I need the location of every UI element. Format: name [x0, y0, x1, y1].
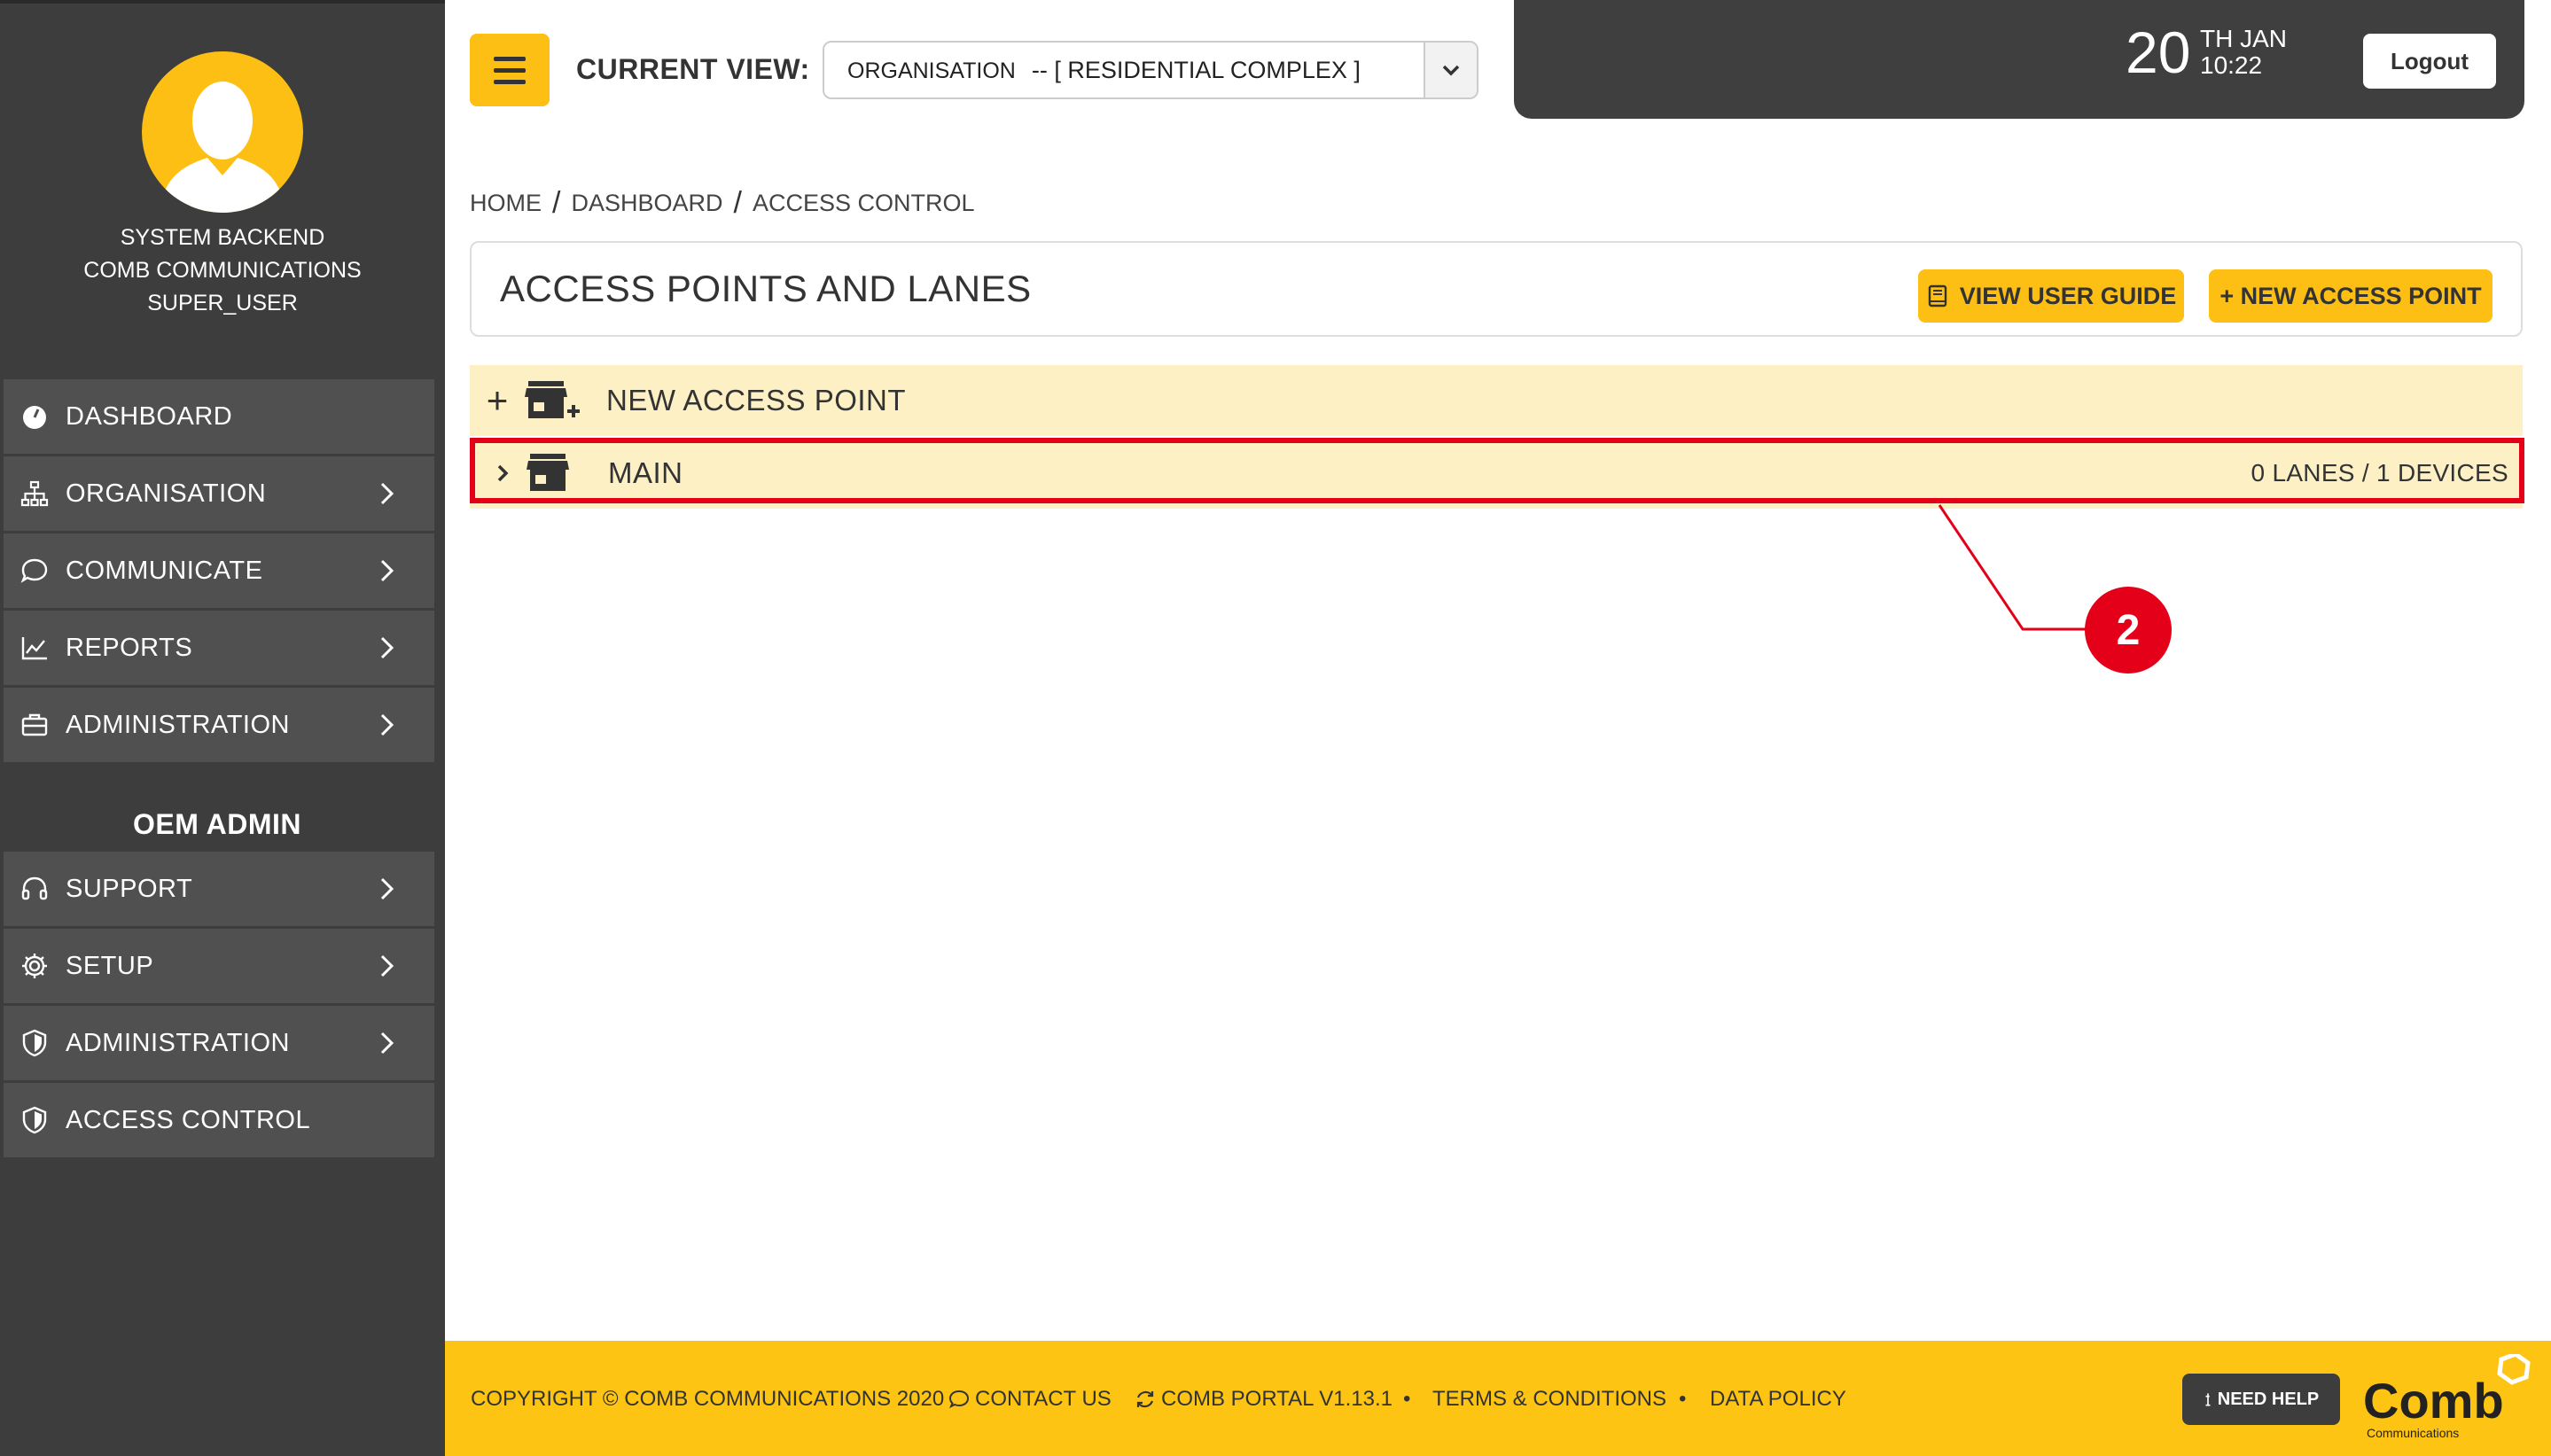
plus-icon: +	[486, 379, 509, 421]
current-view-label: CURRENT VIEW:	[576, 53, 810, 85]
logout-button[interactable]: Logout	[2363, 34, 2496, 89]
contact-us-link[interactable]: CONTACT US	[948, 1387, 1112, 1412]
new-access-point-row-label: NEW ACCESS POINT	[606, 384, 907, 417]
shield-icon	[4, 1106, 66, 1134]
sidebar-item-organisation[interactable]: ORGANISATION	[4, 456, 434, 531]
sidebar-item-dashboard[interactable]: DASHBOARD	[4, 379, 434, 454]
info-icon	[2205, 1393, 2211, 1406]
line-chart-icon	[4, 634, 66, 662]
hamburger-line	[494, 79, 526, 84]
logo-text: Comb	[2363, 1373, 2504, 1429]
refresh-icon	[1136, 1390, 1154, 1408]
date-month: TH JAN	[2200, 25, 2287, 52]
dropdown-toggle[interactable]	[1424, 43, 1477, 97]
chat-icon	[4, 557, 66, 585]
gear-icon	[4, 952, 66, 980]
sidebar-item-access-control[interactable]: ACCESS CONTROL	[4, 1083, 434, 1157]
current-view-select[interactable]: ORGANISATION -- [ RESIDENTIAL COMPLEX ]	[823, 41, 1478, 99]
chevron-right-icon	[380, 559, 394, 582]
dashboard-icon	[4, 402, 66, 431]
sidebar-item-administration[interactable]: ADMINISTRATION	[4, 688, 434, 762]
chevron-right-icon	[380, 877, 394, 900]
lanes-devices-count: 0 LANES / 1 DEVICES	[2251, 459, 2508, 487]
user-avatar	[142, 51, 303, 213]
sitemap-icon	[4, 479, 66, 508]
new-access-point-row[interactable]: + NEW ACCESS POINT	[470, 365, 2523, 436]
breadcrumb: HOME / DASHBOARD / ACCESS CONTROL	[470, 186, 974, 221]
expand-chevron[interactable]	[482, 460, 523, 487]
page-title: ACCESS POINTS AND LANES	[500, 268, 1032, 309]
need-help-label: NEED HELP	[2217, 1389, 2320, 1409]
sidebar-item-reports[interactable]: REPORTS	[4, 611, 434, 685]
page-header-panel: ACCESS POINTS AND LANES VIEW USER GUIDE …	[470, 241, 2523, 337]
sidebar-item-label: ACCESS CONTROL	[66, 1105, 311, 1134]
view-user-guide-button[interactable]: VIEW USER GUIDE	[1918, 269, 2184, 323]
hamburger-line	[494, 56, 526, 61]
breadcrumb-separator: /	[733, 186, 742, 220]
sidebar-item-communicate[interactable]: COMMUNICATE	[4, 533, 434, 608]
access-point-row-main[interactable]: MAIN 0 LANES / 1 DEVICES	[470, 438, 2523, 509]
oem-nav: SUPPORT SETUP ADMINISTRATION ACCESS CONT…	[4, 852, 434, 1160]
headset-icon	[4, 875, 66, 903]
chevron-right-icon	[380, 1032, 394, 1055]
user-company: COMB COMMUNICATIONS	[83, 258, 362, 283]
clock-time: 10:22	[2200, 51, 2263, 79]
chevron-right-icon	[380, 713, 394, 736]
chevron-right-icon	[380, 482, 394, 505]
new-access-point-label: + NEW ACCESS POINT	[2219, 282, 2482, 309]
book-icon	[1928, 284, 1946, 308]
sidebar-item-label: DASHBOARD	[66, 401, 233, 431]
user-silhouette-icon	[160, 82, 285, 213]
hamburger-menu-button[interactable]	[470, 34, 550, 106]
comb-logo: Comb Communications	[2363, 1354, 2531, 1440]
contact-us-label: CONTACT US	[975, 1387, 1112, 1411]
date-day: 20	[2126, 19, 2191, 85]
main-nav: DASHBOARD ORGANISATION COMMUNICATE REPOR…	[4, 379, 434, 765]
breadcrumb-dashboard[interactable]: DASHBOARD	[571, 190, 722, 217]
user-info: SYSTEM BACKEND COMB COMMUNICATIONS SUPER…	[0, 222, 445, 320]
chevron-down-icon	[1442, 65, 1460, 76]
data-policy-link[interactable]: DATA POLICY	[1710, 1387, 1846, 1412]
footer-bullet: •	[1403, 1387, 1411, 1411]
view-user-guide-label: VIEW USER GUIDE	[1959, 282, 2177, 309]
sidebar-item-setup[interactable]: SETUP	[4, 929, 434, 1003]
hamburger-line	[494, 67, 526, 73]
breadcrumb-separator: /	[552, 186, 561, 220]
footer-bullet: •	[1679, 1387, 1687, 1411]
logo-subtext: Communications	[2367, 1426, 2459, 1440]
sidebar-item-oem-administration[interactable]: ADMINISTRATION	[4, 1006, 434, 1080]
store-add-icon	[525, 381, 580, 418]
breadcrumb-home[interactable]: HOME	[470, 190, 542, 217]
sidebar: SYSTEM BACKEND COMB COMMUNICATIONS SUPER…	[0, 0, 445, 1456]
chevron-right-icon	[380, 636, 394, 659]
user-name: SYSTEM BACKEND	[120, 225, 325, 250]
shield-icon	[4, 1029, 66, 1057]
oem-admin-heading: OEM ADMIN	[133, 808, 301, 840]
view-type: ORGANISATION	[847, 58, 1016, 83]
chevron-right-icon	[497, 464, 509, 482]
new-access-point-button[interactable]: + NEW ACCESS POINT	[2209, 269, 2492, 323]
terms-link[interactable]: TERMS & CONDITIONS	[1432, 1387, 1666, 1412]
store-icon	[527, 454, 569, 491]
user-role: SUPER_USER	[147, 291, 298, 315]
view-value: -- [ RESIDENTIAL COMPLEX ]	[1031, 56, 1361, 83]
sidebar-item-support[interactable]: SUPPORT	[4, 852, 434, 926]
annotation-number-badge: 2	[2085, 587, 2172, 673]
chat-icon	[948, 1390, 970, 1409]
current-view-value: ORGANISATION -- [ RESIDENTIAL COMPLEX ]	[824, 57, 1424, 84]
portal-version-label: COMB PORTAL V1.13.1	[1161, 1387, 1393, 1411]
need-help-button[interactable]: NEED HELP	[2182, 1374, 2340, 1425]
briefcase-icon	[4, 711, 66, 739]
breadcrumb-current: ACCESS CONTROL	[752, 190, 975, 216]
copyright-text: COPYRIGHT © COMB COMMUNICATIONS 2020	[471, 1387, 945, 1411]
chevron-right-icon	[380, 954, 394, 977]
access-point-name: MAIN	[608, 456, 683, 489]
portal-version: COMB PORTAL V1.13.1	[1135, 1387, 1393, 1412]
